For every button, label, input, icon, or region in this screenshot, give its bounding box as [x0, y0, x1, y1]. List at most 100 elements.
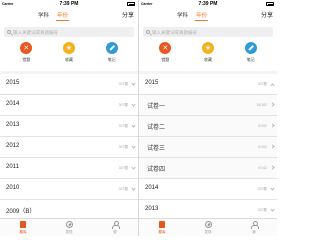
paper-item[interactable]: 试卷四 0/102 [139, 158, 277, 179]
tab-label: 题库 [19, 229, 27, 234]
row-label: 试卷二 [147, 125, 166, 131]
search-input[interactable] [152, 27, 271, 37]
row-count: 307题 [118, 82, 128, 86]
list-item[interactable]: 2014 307题 [0, 95, 138, 116]
chevron-down-icon [131, 102, 136, 107]
row-count: 307题 [257, 208, 267, 212]
quick-actions: ✕ 错题 ★ 收藏 笔记 [0, 39, 138, 71]
paper-item[interactable]: 试卷三 0/102 [139, 137, 277, 158]
notes-button[interactable]: 笔记 [97, 39, 127, 71]
progress-count: 10/102 [256, 103, 267, 107]
tab-label: 我 [252, 229, 256, 234]
search-input[interactable] [13, 27, 132, 37]
pen-icon [105, 42, 118, 54]
list-item[interactable]: 2012 307题 [0, 137, 138, 158]
list-item[interactable]: 2015 307题 [0, 74, 138, 95]
tab-year[interactable]: 年份 [192, 11, 211, 21]
phone-screen-left: Carrier 7:39 PM 学科 年份 分享 ✕ 错题 ★ 收藏 笔记 20… [0, 0, 138, 236]
tab-discover[interactable]: 发现 [46, 219, 92, 236]
share-button[interactable]: 分享 [122, 11, 134, 21]
wrong-questions-button[interactable]: ✕ 错题 [150, 39, 180, 71]
chevron-down-icon [131, 144, 136, 149]
person-icon [112, 221, 120, 229]
chevron-right-icon [270, 165, 275, 170]
wrong-icon: ✕ [159, 42, 172, 54]
list-item[interactable]: 2010 307题 [0, 179, 138, 200]
row-count: 307题 [118, 145, 128, 149]
segmented-tabs: 学科 年份 [34, 11, 72, 21]
search-icon [146, 29, 150, 34]
tab-discover[interactable]: 发现 [185, 219, 231, 236]
quick-actions: ✕ 错题 ★ 收藏 笔记 [139, 39, 277, 71]
row-label: 2015 [145, 80, 159, 86]
share-button[interactable]: 分享 [261, 11, 273, 21]
status-bar: Carrier 7:39 PM [139, 0, 277, 8]
notes-button[interactable]: 笔记 [236, 39, 266, 71]
row-label: 试卷四 [147, 167, 166, 173]
tab-label: 发现 [65, 229, 73, 234]
favorites-button[interactable]: ★ 收藏 [54, 39, 84, 71]
progress-count: 0/102 [258, 124, 267, 128]
tab-me[interactable]: 我 [231, 219, 277, 236]
tab-subject[interactable]: 学科 [173, 11, 192, 21]
chevron-up-icon [270, 82, 275, 88]
row-count: 307题 [257, 82, 267, 86]
row-label: 2009（B） [6, 209, 36, 215]
progress-count: 0/102 [258, 166, 267, 170]
status-time: 7:39 PM [198, 1, 218, 7]
tab-label: 我 [113, 229, 117, 234]
row-count: 307题 [257, 187, 267, 191]
action-label: 错题 [22, 57, 31, 62]
search-icon [7, 29, 11, 34]
compass-icon [65, 221, 73, 228]
chevron-down-icon [270, 186, 275, 191]
navbar: 学科 年份 分享 [139, 8, 277, 25]
row-label: 2013 [6, 122, 20, 128]
paper-item[interactable]: 试卷一 10/102 [139, 95, 277, 116]
tab-year[interactable]: 年份 [53, 11, 72, 21]
phone-screen-right: Carrier 7:39 PM 学科 年份 分享 ✕ 错题 ★ 收藏 笔记 20… [139, 0, 277, 236]
row-label: 2012 [6, 143, 20, 149]
star-icon: ★ [62, 42, 75, 54]
battery-icon [266, 2, 274, 6]
compass-icon [204, 221, 212, 228]
tab-subject[interactable]: 学科 [34, 11, 53, 21]
search-box[interactable] [4, 27, 134, 37]
wrong-questions-button[interactable]: ✕ 错题 [11, 39, 41, 71]
chevron-down-icon [131, 186, 136, 191]
favorites-button[interactable]: ★ 收藏 [193, 39, 223, 71]
battery-icon [127, 2, 135, 6]
search-box[interactable] [143, 27, 273, 37]
row-label: 2011 [6, 164, 19, 170]
tab-label: 题库 [158, 229, 166, 234]
tab-question-bank[interactable]: 题库 [0, 219, 46, 236]
star-icon: ★ [201, 42, 214, 54]
status-bar: Carrier 7:39 PM [0, 0, 138, 8]
tab-question-bank[interactable]: 题库 [139, 219, 185, 236]
list-item[interactable]: 2011 307题 [0, 158, 138, 179]
row-label: 2014 [6, 101, 20, 107]
chevron-down-icon [270, 207, 275, 212]
paper-item[interactable]: 试卷二 0/102 [139, 116, 277, 137]
tab-bar: 题库 发现 我 [0, 218, 138, 236]
chevron-down-icon [131, 123, 136, 128]
chevron-right-icon [270, 123, 275, 128]
tab-me[interactable]: 我 [92, 219, 138, 236]
chevron-right-icon [270, 102, 275, 107]
document-icon [20, 221, 26, 228]
action-label: 收藏 [203, 57, 212, 62]
wrong-icon: ✕ [20, 42, 33, 54]
row-label: 2013 [145, 206, 159, 212]
row-label: 2015 [6, 80, 20, 86]
chevron-right-icon [270, 144, 275, 149]
action-label: 笔记 [107, 57, 116, 62]
list-item[interactable]: 2014 307题 [139, 179, 277, 200]
chevron-down-icon [131, 81, 136, 86]
row-label: 试卷三 [147, 146, 166, 152]
list-item[interactable]: 2013 307题 [0, 116, 138, 137]
list-item[interactable]: 2015 307题 [139, 74, 277, 95]
row-label: 试卷一 [147, 104, 166, 110]
progress-count: 0/102 [258, 145, 267, 149]
action-label: 笔记 [246, 57, 255, 62]
search-bar [139, 25, 277, 39]
